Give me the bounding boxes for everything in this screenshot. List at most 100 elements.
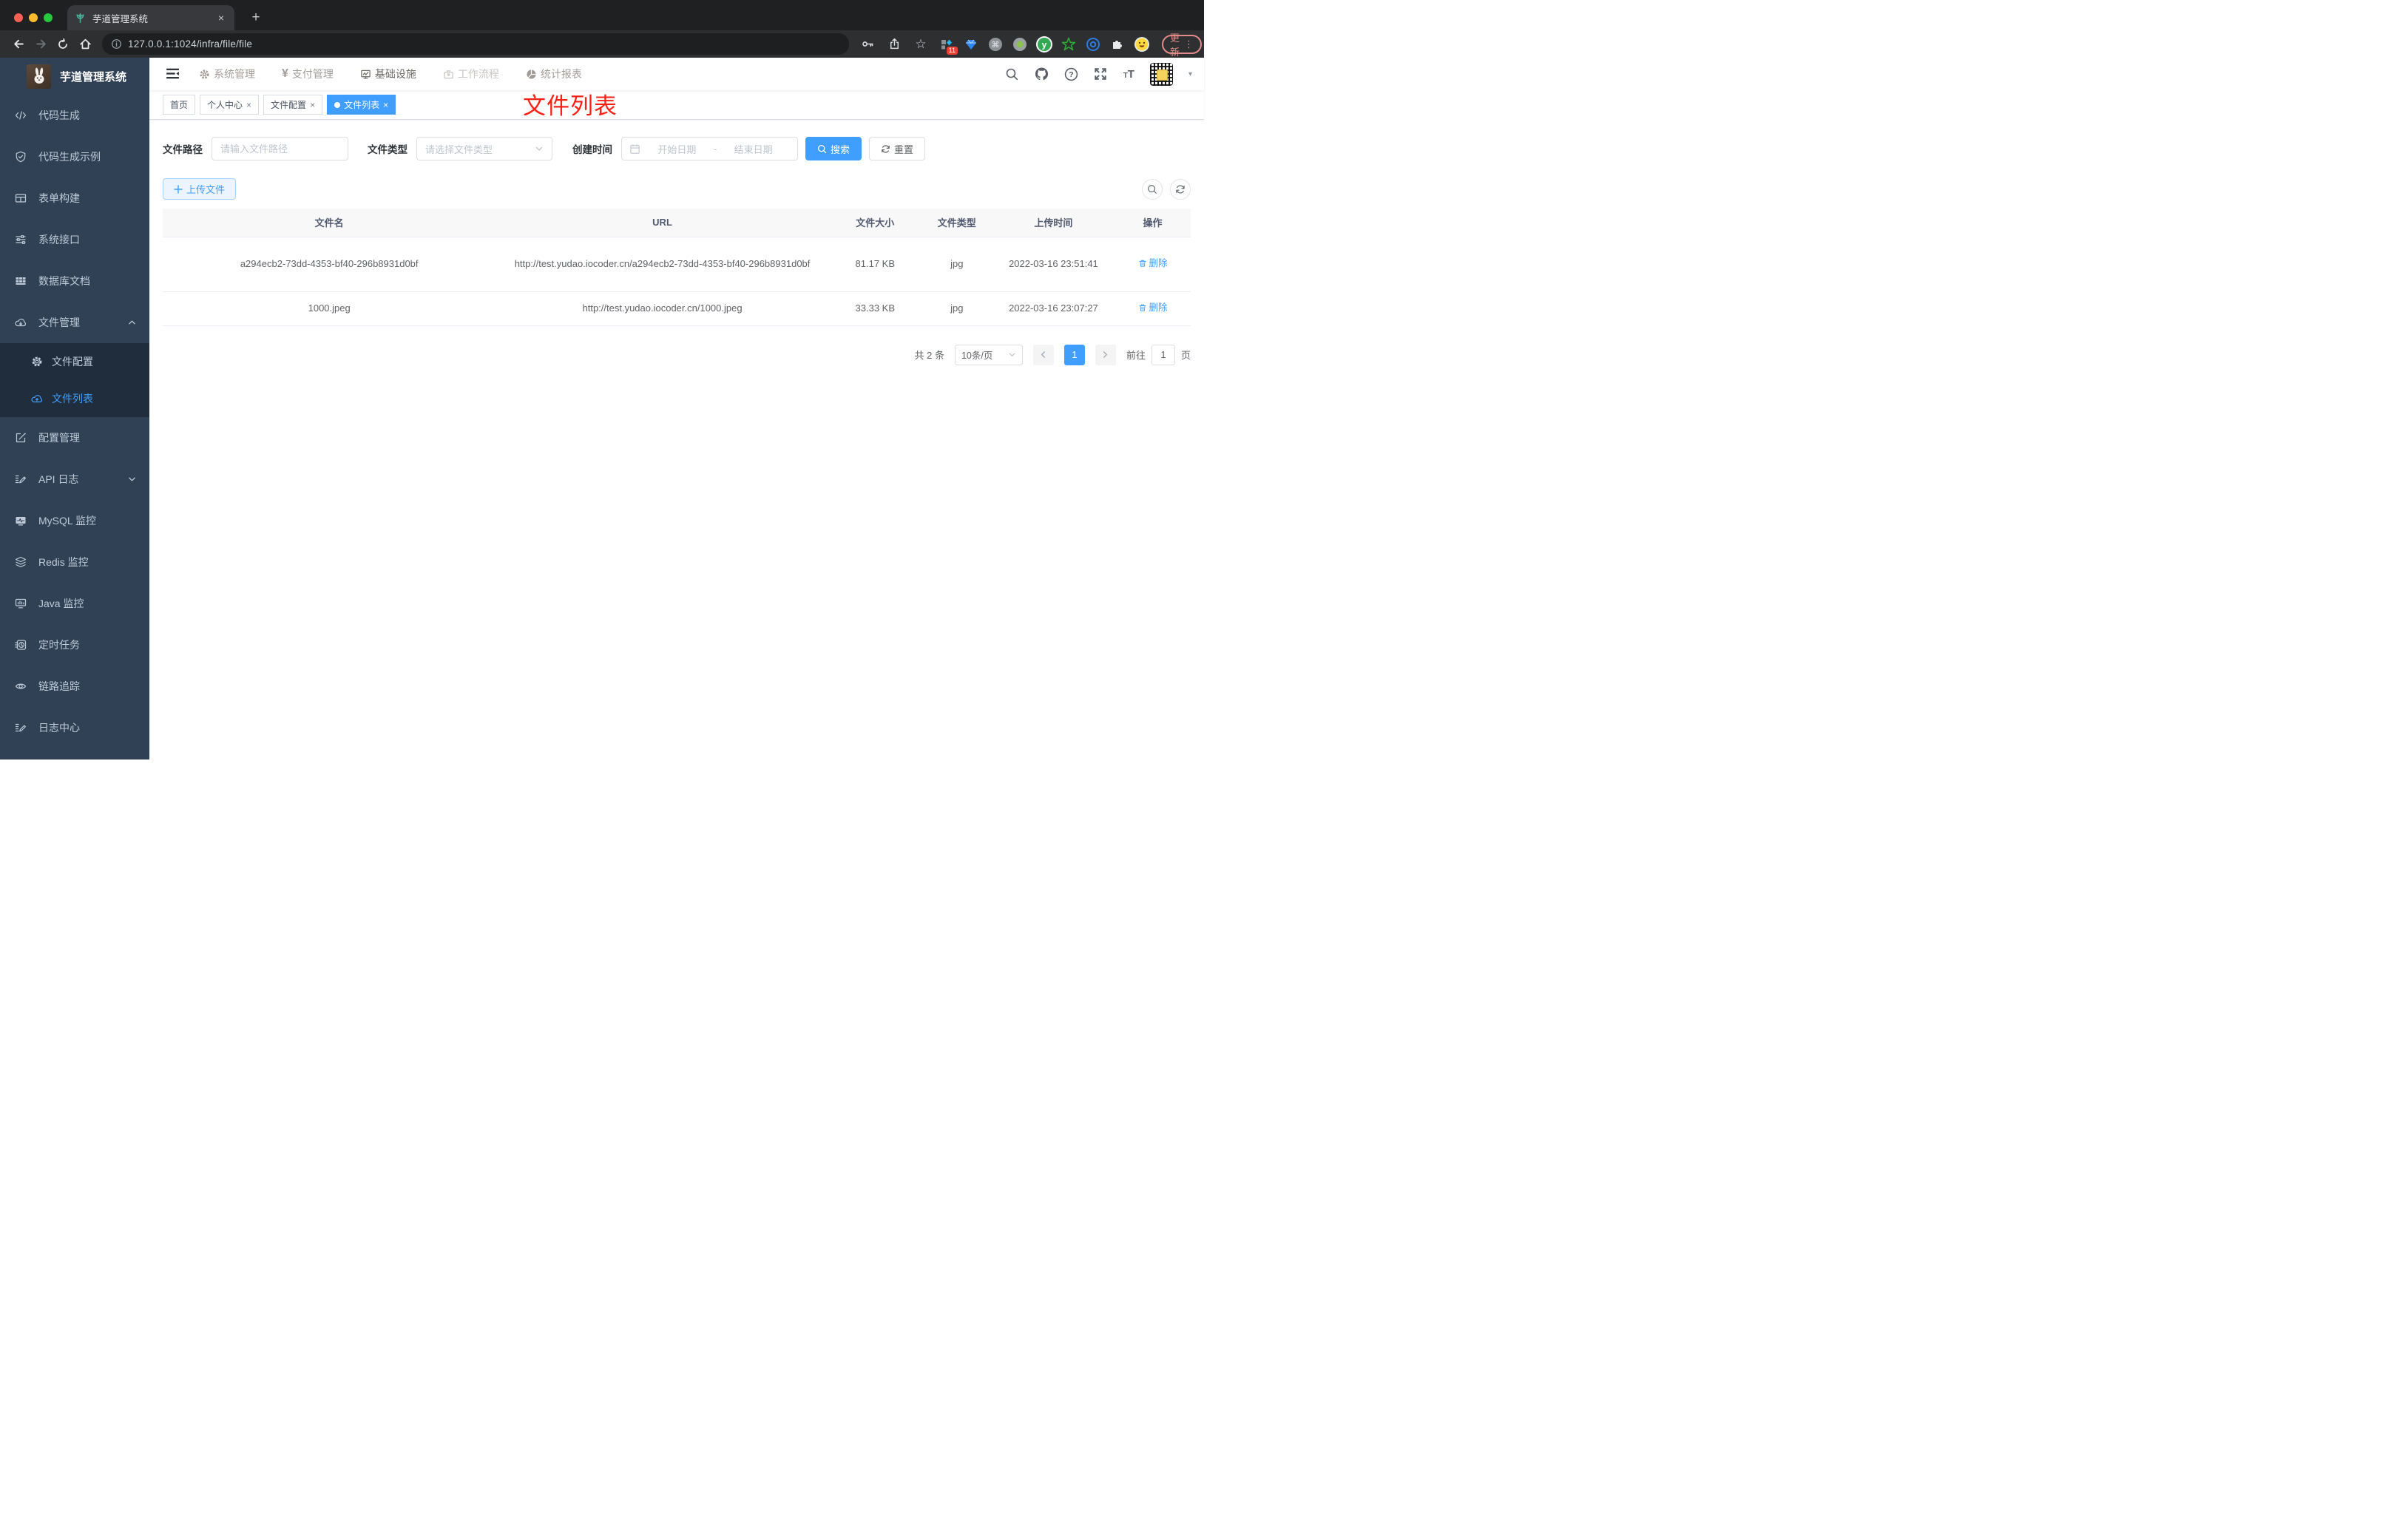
url-bar[interactable]: 127.0.0.1:1024/infra/file/file bbox=[102, 33, 849, 55]
sidebar-item-log-center[interactable]: 日志中心 bbox=[0, 707, 149, 748]
command-extension-icon[interactable]: ⌘ bbox=[985, 34, 1005, 54]
tab-close-icon[interactable]: × bbox=[215, 12, 227, 24]
date-end-placeholder[interactable]: 结束日期 bbox=[717, 142, 790, 156]
puzzle-extensions-icon[interactable] bbox=[1107, 34, 1127, 54]
browser-tab[interactable]: 芋道管理系统 × bbox=[67, 5, 234, 30]
sidebar-item-system-api[interactable]: 系统接口 bbox=[0, 219, 149, 260]
prev-page-button[interactable] bbox=[1032, 344, 1054, 365]
recorder-extension-icon[interactable] bbox=[1009, 34, 1029, 54]
goto-page-input[interactable] bbox=[1151, 344, 1175, 365]
table-header-row: 文件名 URL 文件大小 文件类型 上传时间 操作 bbox=[163, 209, 1191, 237]
cell-url: http://test.yudao.iocoder.cn/1000.jpeg bbox=[496, 291, 829, 326]
file-type-select[interactable]: 请选择文件类型 bbox=[416, 137, 552, 160]
filter-date-label: 创建时间 bbox=[572, 144, 612, 155]
topnav-item-system[interactable]: 系统管理 bbox=[199, 67, 255, 81]
avatar[interactable] bbox=[1149, 62, 1173, 86]
sidebar-item-file-management[interactable]: 文件管理 bbox=[0, 302, 149, 343]
upload-file-button[interactable]: 上传文件 bbox=[163, 178, 237, 200]
top-navigation: 系统管理 ¥ 支付管理 基础设施 工作流程 统计报表 bbox=[199, 67, 582, 81]
new-tab-button[interactable]: + bbox=[246, 8, 266, 27]
table-row[interactable]: 1000.jpeg http://test.yudao.iocoder.cn/1… bbox=[163, 291, 1191, 326]
font-size-icon[interactable]: TT bbox=[1123, 68, 1134, 81]
sidebar-logo[interactable]: 芋道管理系统 bbox=[0, 58, 149, 95]
delete-button[interactable]: 删除 bbox=[1138, 300, 1168, 316]
sidebar-collapse-icon[interactable] bbox=[165, 66, 181, 82]
sidebar-item-code-gen[interactable]: 代码生成 bbox=[0, 95, 149, 136]
sidebar-item-java-monitor[interactable]: Java 监控 bbox=[0, 583, 149, 624]
help-icon[interactable]: ? bbox=[1064, 67, 1078, 81]
col-header-size: 文件大小 bbox=[828, 209, 921, 237]
tag-label: 个人中心 bbox=[207, 100, 243, 110]
tag-file-list[interactable]: 文件列表 × bbox=[327, 95, 396, 115]
show-search-button[interactable] bbox=[1142, 178, 1163, 200]
sidebar-item-form-builder[interactable]: 表单构建 bbox=[0, 177, 149, 219]
sidebar-item-mysql-monitor[interactable]: MySQL 监控 bbox=[0, 500, 149, 541]
browser-chrome: 芋道管理系统 × + 127.0.0.1:1024/infra/file/fil… bbox=[0, 0, 1204, 58]
sidebar-item-file-config[interactable]: 文件配置 bbox=[0, 343, 149, 380]
y-extension-icon[interactable]: y bbox=[1034, 34, 1054, 54]
sidebar-item-label: MySQL 监控 bbox=[38, 515, 97, 527]
tag-profile[interactable]: 个人中心 × bbox=[200, 95, 260, 115]
page-info-icon[interactable] bbox=[111, 38, 122, 50]
github-icon[interactable] bbox=[1035, 67, 1049, 81]
tag-file-config[interactable]: 文件配置 × bbox=[263, 95, 323, 115]
tag-close-icon[interactable]: × bbox=[310, 100, 315, 110]
browser-update-button[interactable]: 更新 ⋮ bbox=[1162, 33, 1203, 58]
tag-home[interactable]: 首页 bbox=[163, 95, 196, 115]
sidebar-item-config-management[interactable]: 配置管理 bbox=[0, 417, 149, 459]
page-number-button[interactable]: 1 bbox=[1063, 344, 1085, 365]
eye-extension-icon[interactable] bbox=[1083, 34, 1103, 54]
sidebar-item-label: Java 监控 bbox=[38, 598, 84, 609]
sidebar-submenu-file: 文件配置 文件列表 bbox=[0, 343, 149, 417]
next-page-button[interactable] bbox=[1095, 344, 1116, 365]
topnav-item-reports[interactable]: 统计报表 bbox=[526, 67, 582, 81]
home-icon[interactable] bbox=[74, 34, 96, 55]
star-extension-icon[interactable] bbox=[1058, 34, 1078, 54]
emoji-extension-icon[interactable] bbox=[1132, 34, 1151, 54]
browser-extension-pinned-icon[interactable]: 11 bbox=[936, 34, 958, 55]
calendar-icon bbox=[630, 143, 640, 154]
back-icon[interactable] bbox=[7, 34, 30, 55]
sidebar-item-code-gen-demo[interactable]: 代码生成示例 bbox=[0, 136, 149, 177]
page-size-value: 10条/页 bbox=[961, 351, 993, 361]
topnav-item-workflow[interactable]: 工作流程 bbox=[443, 67, 499, 81]
date-range-picker[interactable]: 开始日期 - 结束日期 bbox=[621, 137, 798, 160]
sidebar-item-scheduled-tasks[interactable]: 定时任务 bbox=[0, 624, 149, 666]
share-icon[interactable] bbox=[883, 34, 905, 55]
tag-close-icon[interactable]: × bbox=[246, 100, 251, 110]
topnav-item-infrastructure[interactable]: 基础设施 bbox=[360, 67, 416, 81]
sidebar-item-label: 文件配置 bbox=[52, 356, 93, 368]
window-close-button[interactable] bbox=[14, 13, 23, 22]
sidebar-item-api-log[interactable]: API 日志 bbox=[0, 459, 149, 500]
table-row[interactable]: a294ecb2-73dd-4353-bf40-296b8931d0bf htt… bbox=[163, 237, 1191, 292]
password-key-icon[interactable] bbox=[856, 34, 879, 55]
date-start-placeholder[interactable]: 开始日期 bbox=[640, 142, 714, 156]
tag-label: 首页 bbox=[170, 100, 189, 110]
file-path-input[interactable] bbox=[220, 143, 339, 155]
fullscreen-icon[interactable] bbox=[1094, 67, 1108, 81]
sidebar-item-redis-monitor[interactable]: Redis 监控 bbox=[0, 541, 149, 583]
logo-rabbit-image bbox=[27, 64, 51, 89]
window-zoom-button[interactable] bbox=[44, 13, 53, 22]
reload-icon[interactable] bbox=[52, 34, 74, 55]
tag-close-icon[interactable]: × bbox=[383, 100, 388, 110]
topnav-item-payment[interactable]: ¥ 支付管理 bbox=[282, 67, 334, 81]
window-minimize-button[interactable] bbox=[29, 13, 38, 22]
sidebar-item-db-doc[interactable]: 数据库文档 bbox=[0, 260, 149, 302]
reset-button[interactable]: 重置 bbox=[869, 137, 926, 160]
page-size-select[interactable]: 10条/页 bbox=[954, 344, 1023, 365]
sidebar-item-tracing[interactable]: 链路追踪 bbox=[0, 666, 149, 707]
search-button[interactable]: 搜索 bbox=[805, 137, 862, 160]
avatar-caret-icon[interactable]: ▾ bbox=[1188, 70, 1192, 78]
gem-extension-icon[interactable] bbox=[961, 34, 981, 54]
forward-icon[interactable] bbox=[30, 34, 52, 55]
search-icon[interactable] bbox=[1005, 67, 1019, 81]
gear-icon bbox=[32, 356, 42, 367]
sidebar-item-file-list[interactable]: 文件列表 bbox=[0, 380, 149, 417]
refresh-table-button[interactable] bbox=[1170, 178, 1191, 200]
topnav-label: 工作流程 bbox=[457, 68, 499, 80]
table-toolbar: 上传文件 bbox=[163, 178, 1191, 200]
bookmark-star-icon[interactable]: ☆ bbox=[910, 34, 932, 55]
delete-button[interactable]: 删除 bbox=[1138, 255, 1168, 271]
browser-menu-icon[interactable]: ⋮ bbox=[1184, 38, 1194, 50]
